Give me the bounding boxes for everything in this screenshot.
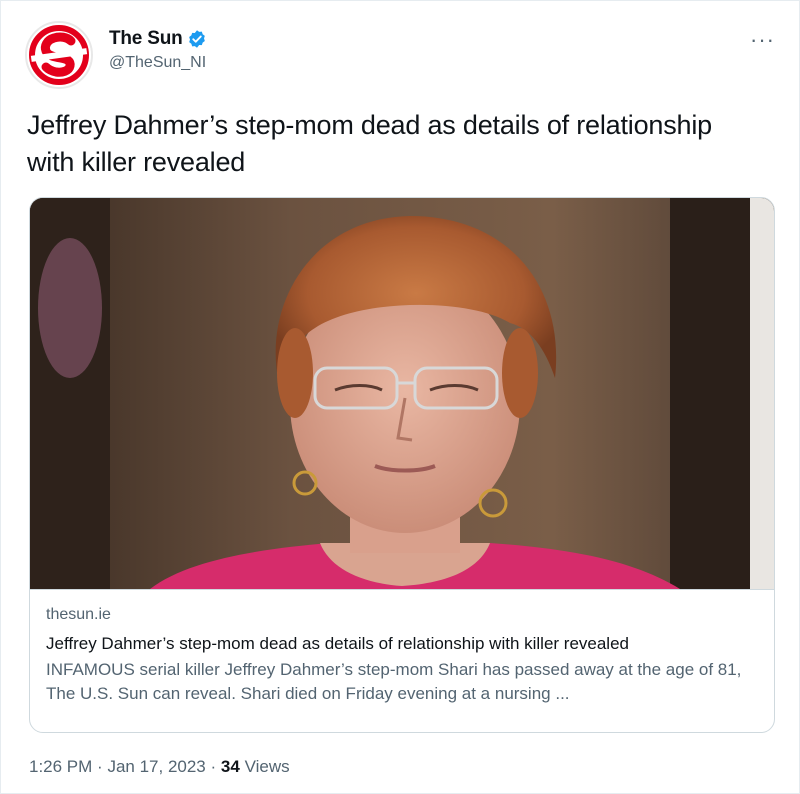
display-name-row: The Sun [109, 28, 207, 50]
verified-badge-icon [188, 30, 205, 48]
tweet-meta: 1:26 PM · Jan 17, 2023 · 34 Views [29, 757, 290, 777]
views-label: Views [244, 757, 290, 776]
tweet-text: Jeffrey Dahmer’s step-mom dead as detail… [27, 110, 712, 177]
link-preview-meta: thesun.ie Jeffrey Dahmer’s step-mom dead… [30, 589, 774, 706]
more-options-icon[interactable]: ··· [750, 29, 775, 51]
link-preview-card[interactable]: thesun.ie Jeffrey Dahmer’s step-mom dead… [29, 197, 775, 733]
author-info: The Sun @TheSun_NI [109, 28, 207, 72]
link-domain: thesun.ie [46, 606, 111, 623]
views-count: 34 [220, 757, 240, 776]
tweet-date[interactable]: Jan 17, 2023 [107, 757, 205, 776]
link-description: INFAMOUS serial killer Jeffrey Dahmer’s … [46, 660, 742, 703]
avatar[interactable] [25, 21, 93, 89]
link-title: Jeffrey Dahmer’s step-mom dead as detail… [46, 634, 629, 653]
link-preview-image[interactable] [30, 198, 774, 589]
the-sun-logo-icon [27, 23, 91, 87]
meta-separator: · [210, 757, 217, 776]
article-photo [30, 198, 774, 589]
handle[interactable]: @TheSun_NI [109, 54, 207, 72]
meta-separator: · [97, 757, 103, 776]
display-name[interactable]: The Sun [109, 28, 183, 50]
tweet-card: The Sun @TheSun_NI ··· Jeffrey Dahmer’s … [0, 0, 800, 794]
tweet-time[interactable]: 1:26 PM [29, 757, 92, 776]
